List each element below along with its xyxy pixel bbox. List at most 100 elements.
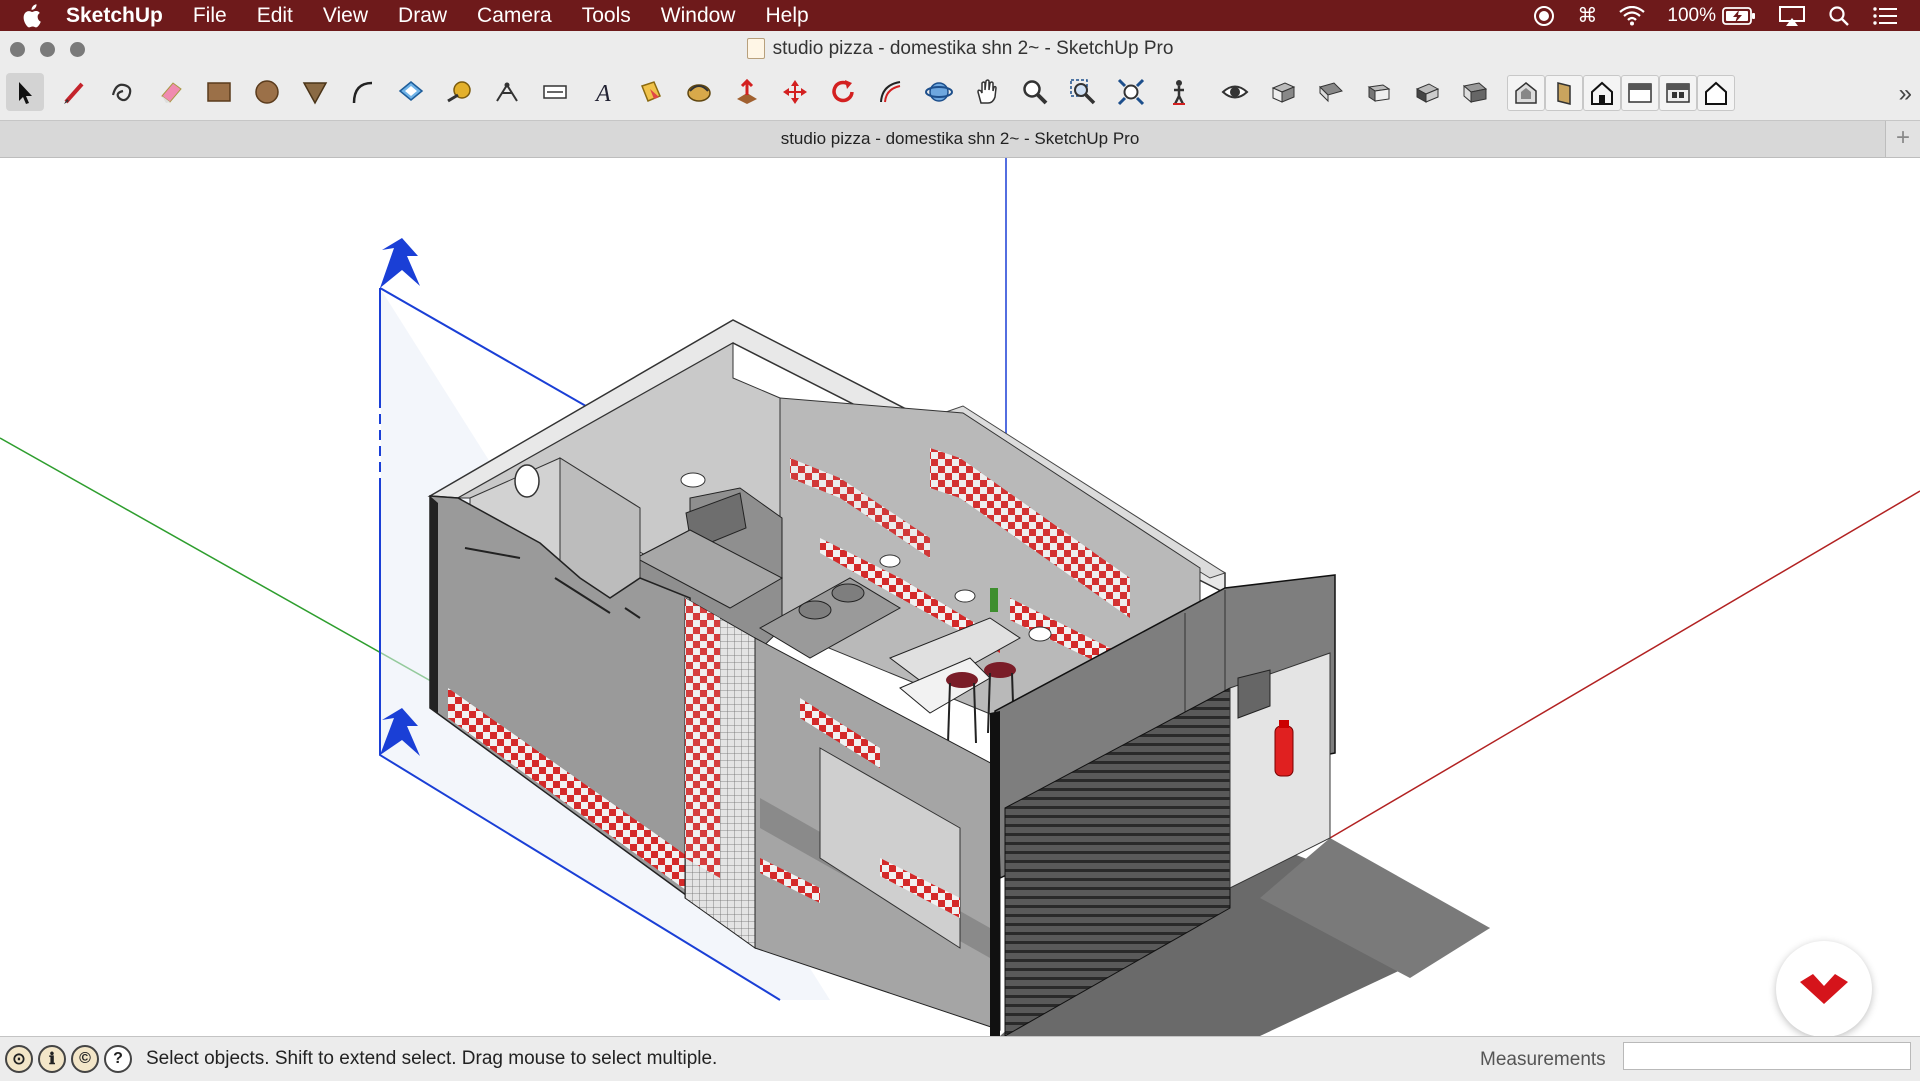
pencil-icon (64, 82, 84, 104)
dimension-tool-button[interactable] (488, 73, 526, 111)
menu-file[interactable]: File (178, 0, 242, 31)
window-title-bar: studio pizza - domestika shn 2~ - Sketch… (0, 31, 1920, 66)
follow-me-tool-button[interactable] (680, 73, 718, 111)
select-tool-button[interactable] (6, 73, 44, 111)
new-tab-button[interactable]: + (1885, 121, 1920, 157)
domestika-logo-icon (1800, 974, 1848, 1004)
control-center-icon[interactable] (1872, 6, 1898, 26)
shaded-icon (1666, 83, 1690, 103)
menu-help[interactable]: Help (750, 0, 823, 31)
iso-house-icon (1271, 82, 1296, 103)
orbit-tool-button[interactable] (920, 73, 958, 111)
command-icon[interactable]: ⌘ (1577, 3, 1597, 28)
top-view-icon (1319, 82, 1343, 103)
move-tool-button[interactable] (776, 73, 814, 111)
toolbar-overflow-button[interactable]: » (1899, 80, 1912, 108)
freehand-icon (111, 83, 132, 102)
iso-view-button[interactable] (1264, 73, 1302, 111)
zoom-window-icon (1070, 79, 1096, 105)
minimize-window-button[interactable] (40, 42, 55, 57)
hand-icon (977, 79, 997, 104)
menu-app-sketchup[interactable]: SketchUp (64, 0, 178, 31)
measurements-input[interactable] (1623, 1042, 1911, 1070)
document-tab-title[interactable]: studio pizza - domestika shn 2~ - Sketch… (781, 129, 1140, 149)
rotate-tool-button[interactable] (824, 73, 862, 111)
scale-tool-button[interactable] (872, 73, 910, 111)
record-icon[interactable] (1533, 5, 1555, 27)
follow-me-icon (687, 84, 711, 102)
back-view-icon (1462, 82, 1488, 104)
zoom-extents-tool-button[interactable] (1112, 73, 1150, 111)
geo-location-icon[interactable]: ⊙ (5, 1045, 33, 1073)
3d-text-tool-button[interactable]: A (584, 73, 622, 111)
paint-bucket-tool-button[interactable] (632, 73, 670, 111)
eye-icon (1221, 85, 1249, 99)
shaded-style-button[interactable] (1659, 75, 1697, 111)
spotlight-icon[interactable] (1828, 5, 1850, 27)
polygon-tool-button[interactable] (296, 73, 334, 111)
tape-measure-tool-button[interactable] (440, 73, 478, 111)
hidden-line-style-button[interactable] (1621, 75, 1659, 111)
look-around-tool-button[interactable] (1216, 73, 1254, 111)
back-edges-style-button[interactable] (1545, 75, 1583, 111)
menu-tools[interactable]: Tools (567, 0, 646, 31)
orbit-icon (925, 82, 953, 102)
front-view-button[interactable] (1360, 73, 1398, 111)
freehand-tool-button[interactable] (104, 73, 142, 111)
select-arrow-icon (19, 82, 32, 104)
status-hint-text: Select objects. Shift to extend select. … (146, 1048, 718, 1069)
front-view-icon (1367, 84, 1391, 102)
wireframe-house-icon (1591, 81, 1613, 105)
walk-person-icon (1173, 80, 1185, 105)
menu-bar: SketchUp File Edit View Draw Camera Tool… (0, 0, 1920, 31)
battery-icon[interactable] (1722, 6, 1756, 26)
circle-tool-button[interactable] (248, 73, 286, 111)
menu-view[interactable]: View (308, 0, 383, 31)
back-view-button[interactable] (1456, 73, 1494, 111)
paint-bucket-icon (641, 81, 661, 102)
airplay-icon[interactable] (1778, 5, 1806, 27)
section-text-tool-button[interactable] (536, 73, 574, 111)
eraser-tool-button[interactable] (152, 73, 190, 111)
zoom-window-button[interactable] (70, 42, 85, 57)
polygon-icon (302, 82, 328, 105)
menu-window[interactable]: Window (646, 0, 751, 31)
zoom-tool-button[interactable] (1016, 73, 1054, 111)
dimension-icon (496, 82, 518, 102)
credits-icon[interactable]: ℹ (38, 1045, 66, 1073)
rectangle-tool-button[interactable] (200, 73, 238, 111)
red-axis (1329, 490, 1920, 839)
zoom-extents-icon (1117, 78, 1145, 106)
back-edges-icon (1557, 82, 1571, 105)
arc-tool-button[interactable] (344, 73, 382, 111)
push-pull-tool-button[interactable] (728, 73, 766, 111)
position-camera-tool-button[interactable] (1160, 73, 1198, 111)
document-tab-bar: studio pizza - domestika shn 2~ - Sketch… (0, 121, 1920, 158)
shaded-textures-style-button[interactable] (1697, 75, 1735, 111)
rotate-icon (832, 80, 854, 103)
right-view-button[interactable] (1408, 73, 1446, 111)
scale-icon (880, 81, 901, 103)
wireframe-style-button[interactable] (1583, 75, 1621, 111)
xray-style-button[interactable] (1507, 75, 1545, 111)
help-icon[interactable]: ? (104, 1045, 132, 1073)
wifi-icon[interactable] (1619, 5, 1646, 26)
model-viewport[interactable] (0, 158, 1920, 1036)
apple-icon[interactable] (20, 3, 42, 28)
offset-tool-button[interactable] (392, 73, 430, 111)
status-bar: ⊙ ℹ © ? Select objects. Shift to extend … (0, 1036, 1920, 1081)
copyright-icon[interactable]: © (71, 1045, 99, 1073)
xray-house-icon (1515, 82, 1537, 104)
magnifier-icon (1023, 80, 1048, 105)
section-arrow-top (380, 238, 420, 288)
zoom-window-tool-button[interactable] (1064, 73, 1102, 111)
document-icon (746, 38, 765, 59)
pan-tool-button[interactable] (968, 73, 1006, 111)
menu-edit[interactable]: Edit (242, 0, 308, 31)
close-window-button[interactable] (10, 42, 25, 57)
menu-camera[interactable]: Camera (462, 0, 567, 31)
top-view-button[interactable] (1312, 73, 1350, 111)
rectangle-icon (207, 82, 231, 102)
line-tool-button[interactable] (56, 73, 94, 111)
menu-draw[interactable]: Draw (383, 0, 462, 31)
